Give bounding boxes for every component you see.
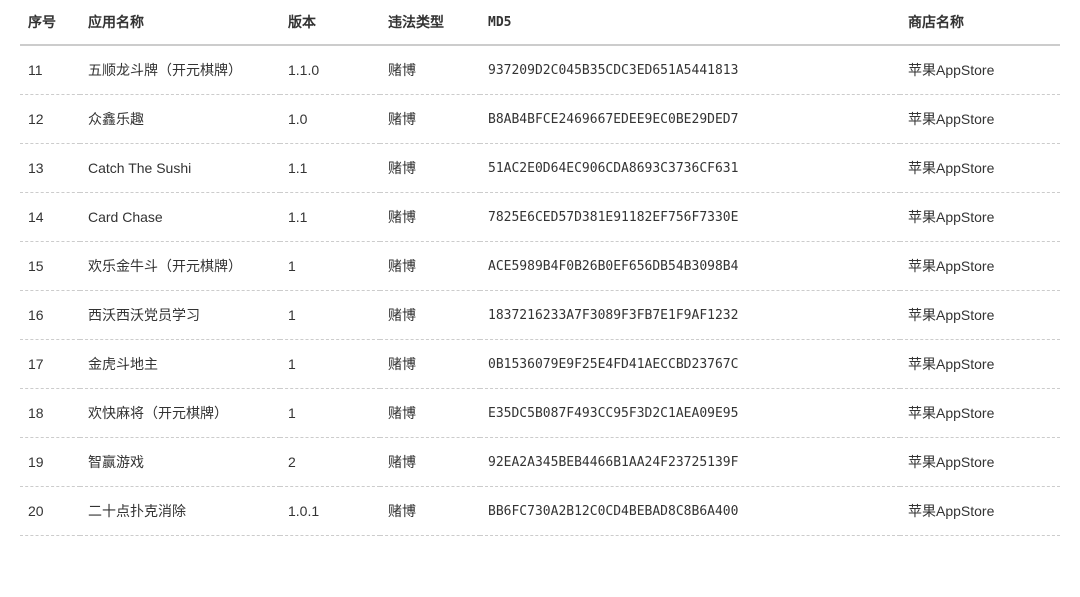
header-version: 版本 bbox=[280, 0, 380, 45]
cell-seq: 20 bbox=[20, 487, 80, 536]
cell-name: 西沃西沃党员学习 bbox=[80, 291, 280, 340]
cell-type: 赌博 bbox=[380, 242, 480, 291]
cell-md5: 0B1536079E9F25E4FD41AECCBD23767C bbox=[480, 340, 900, 389]
cell-type: 赌博 bbox=[380, 193, 480, 242]
cell-seq: 17 bbox=[20, 340, 80, 389]
cell-store: 苹果AppStore bbox=[900, 389, 1060, 438]
cell-seq: 11 bbox=[20, 45, 80, 95]
cell-md5: B8AB4BFCE2469667EDEE9EC0BE29DED7 bbox=[480, 95, 900, 144]
cell-type: 赌博 bbox=[380, 45, 480, 95]
table-row: 20二十点扑克消除1.0.1赌博BB6FC730A2B12C0CD4BEBAD8… bbox=[20, 487, 1060, 536]
cell-name: 金虎斗地主 bbox=[80, 340, 280, 389]
cell-store: 苹果AppStore bbox=[900, 45, 1060, 95]
cell-seq: 19 bbox=[20, 438, 80, 487]
cell-seq: 15 bbox=[20, 242, 80, 291]
cell-store: 苹果AppStore bbox=[900, 242, 1060, 291]
cell-md5: 7825E6CED57D381E91182EF756F7330E bbox=[480, 193, 900, 242]
cell-name: 二十点扑克消除 bbox=[80, 487, 280, 536]
cell-name: 欢快麻将（开元棋牌） bbox=[80, 389, 280, 438]
cell-store: 苹果AppStore bbox=[900, 291, 1060, 340]
cell-name: 智赢游戏 bbox=[80, 438, 280, 487]
cell-seq: 18 bbox=[20, 389, 80, 438]
cell-version: 1.1.0 bbox=[280, 45, 380, 95]
table-row: 19智赢游戏2赌博92EA2A345BEB4466B1AA24F23725139… bbox=[20, 438, 1060, 487]
cell-type: 赌博 bbox=[380, 487, 480, 536]
cell-name: 欢乐金牛斗（开元棋牌） bbox=[80, 242, 280, 291]
cell-md5: ACE5989B4F0B26B0EF656DB54B3098B4 bbox=[480, 242, 900, 291]
cell-version: 1 bbox=[280, 340, 380, 389]
cell-version: 1 bbox=[280, 291, 380, 340]
cell-md5: 51AC2E0D64EC906CDA8693C3736CF631 bbox=[480, 144, 900, 193]
cell-version: 1.0 bbox=[280, 95, 380, 144]
cell-version: 2 bbox=[280, 438, 380, 487]
cell-seq: 16 bbox=[20, 291, 80, 340]
header-seq: 序号 bbox=[20, 0, 80, 45]
header-md5: MD5 bbox=[480, 0, 900, 45]
cell-md5: E35DC5B087F493CC95F3D2C1AEA09E95 bbox=[480, 389, 900, 438]
cell-type: 赌博 bbox=[380, 144, 480, 193]
data-table: 序号 应用名称 版本 违法类型 MD5 商店名称 11五顺龙斗牌（开元棋牌）1.… bbox=[20, 0, 1060, 536]
table-container: 序号 应用名称 版本 违法类型 MD5 商店名称 11五顺龙斗牌（开元棋牌）1.… bbox=[0, 0, 1080, 536]
cell-md5: 1837216233A7F3089F3FB7E1F9AF1232 bbox=[480, 291, 900, 340]
table-row: 16西沃西沃党员学习1赌博1837216233A7F3089F3FB7E1F9A… bbox=[20, 291, 1060, 340]
cell-store: 苹果AppStore bbox=[900, 144, 1060, 193]
cell-seq: 12 bbox=[20, 95, 80, 144]
cell-md5: 92EA2A345BEB4466B1AA24F23725139F bbox=[480, 438, 900, 487]
table-row: 14Card Chase1.1赌博7825E6CED57D381E91182EF… bbox=[20, 193, 1060, 242]
table-header-row: 序号 应用名称 版本 违法类型 MD5 商店名称 bbox=[20, 0, 1060, 45]
cell-type: 赌博 bbox=[380, 95, 480, 144]
cell-name: Catch The Sushi bbox=[80, 144, 280, 193]
table-row: 17金虎斗地主1赌博0B1536079E9F25E4FD41AECCBD2376… bbox=[20, 340, 1060, 389]
table-row: 18欢快麻将（开元棋牌）1赌博E35DC5B087F493CC95F3D2C1A… bbox=[20, 389, 1060, 438]
header-name: 应用名称 bbox=[80, 0, 280, 45]
cell-version: 1.1 bbox=[280, 193, 380, 242]
cell-seq: 13 bbox=[20, 144, 80, 193]
table-row: 15欢乐金牛斗（开元棋牌）1赌博ACE5989B4F0B26B0EF656DB5… bbox=[20, 242, 1060, 291]
cell-store: 苹果AppStore bbox=[900, 487, 1060, 536]
cell-type: 赌博 bbox=[380, 389, 480, 438]
cell-type: 赌博 bbox=[380, 340, 480, 389]
header-store: 商店名称 bbox=[900, 0, 1060, 45]
cell-seq: 14 bbox=[20, 193, 80, 242]
cell-name: Card Chase bbox=[80, 193, 280, 242]
cell-version: 1 bbox=[280, 389, 380, 438]
cell-store: 苹果AppStore bbox=[900, 193, 1060, 242]
table-row: 12众鑫乐趣1.0赌博B8AB4BFCE2469667EDEE9EC0BE29D… bbox=[20, 95, 1060, 144]
table-row: 11五顺龙斗牌（开元棋牌）1.1.0赌博937209D2C045B35CDC3E… bbox=[20, 45, 1060, 95]
table-row: 13Catch The Sushi1.1赌博51AC2E0D64EC906CDA… bbox=[20, 144, 1060, 193]
cell-store: 苹果AppStore bbox=[900, 438, 1060, 487]
cell-store: 苹果AppStore bbox=[900, 340, 1060, 389]
cell-type: 赌博 bbox=[380, 291, 480, 340]
header-type: 违法类型 bbox=[380, 0, 480, 45]
cell-md5: 937209D2C045B35CDC3ED651A5441813 bbox=[480, 45, 900, 95]
cell-store: 苹果AppStore bbox=[900, 95, 1060, 144]
cell-md5: BB6FC730A2B12C0CD4BEBAD8C8B6A400 bbox=[480, 487, 900, 536]
cell-version: 1 bbox=[280, 242, 380, 291]
cell-type: 赌博 bbox=[380, 438, 480, 487]
cell-name: 众鑫乐趣 bbox=[80, 95, 280, 144]
cell-name: 五顺龙斗牌（开元棋牌） bbox=[80, 45, 280, 95]
cell-version: 1.0.1 bbox=[280, 487, 380, 536]
cell-version: 1.1 bbox=[280, 144, 380, 193]
